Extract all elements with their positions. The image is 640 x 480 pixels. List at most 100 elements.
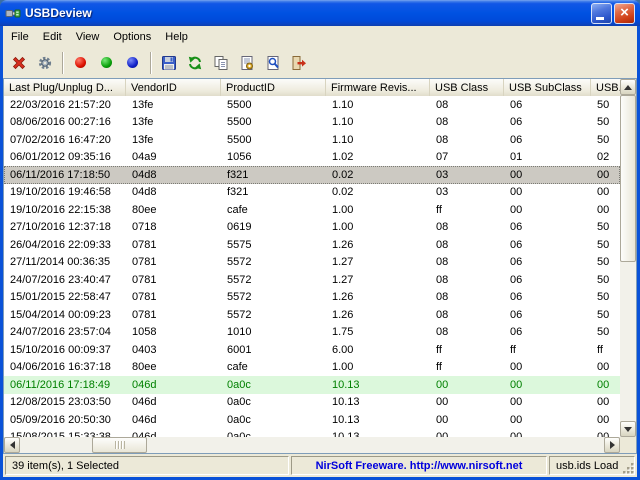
vertical-scroll-thumb[interactable] [620,95,636,262]
table-cell: 50 [591,239,620,251]
uninstall-button[interactable] [6,50,31,75]
table-cell: 1056 [221,151,326,163]
column-header-0[interactable]: Last Plug/Unplug D... [4,79,126,96]
table-cell: 24/07/2016 23:40:47 [4,274,126,286]
horizontal-scroll-track[interactable] [20,437,604,453]
table-cell: 08/06/2016 00:27:16 [4,116,126,128]
table-cell: 08 [430,291,504,303]
table-row[interactable]: 15/10/2016 00:09:37040360016.00ffffff [4,341,620,359]
resize-grip[interactable] [622,462,635,475]
table-row[interactable]: 04/06/2016 16:37:1880eecafe1.00ff0000 [4,359,620,377]
table-cell: 50 [591,326,620,338]
scroll-left-button[interactable] [4,437,20,453]
title-bar[interactable]: USBDeview × [0,0,640,26]
table-cell: 50 [591,134,620,146]
close-button[interactable]: × [614,3,635,24]
toolbar [3,47,637,78]
table-row[interactable]: 22/03/2016 21:57:2013fe55001.10080650 [4,96,620,114]
table-cell: 01 [504,151,591,163]
scroll-up-button[interactable] [620,79,636,95]
table-cell: 1.00 [326,361,430,373]
table-cell: 00 [430,396,504,408]
table-cell: 1.10 [326,99,430,111]
scroll-down-button[interactable] [620,421,636,437]
table-cell: 07 [430,151,504,163]
enable-device-button[interactable] [94,50,119,75]
disable-device-button[interactable] [68,50,93,75]
find-icon [265,55,281,71]
scroll-right-button[interactable] [604,437,620,453]
properties-button[interactable] [234,50,259,75]
refresh-button[interactable] [182,50,207,75]
table-cell: 0403 [126,344,221,356]
table-row[interactable]: 08/06/2016 00:27:1613fe55001.10080650 [4,114,620,132]
table-row[interactable]: 07/02/2016 16:47:2013fe55001.10080650 [4,131,620,149]
table-cell: 08 [430,116,504,128]
save-button[interactable] [156,50,181,75]
nirsoft-link[interactable]: NirSoft Freeware. http://www.nirsoft.net [316,460,523,472]
column-header-3[interactable]: Firmware Revis... [326,79,430,96]
column-header-2[interactable]: ProductID [221,79,326,96]
table-cell: 19/10/2016 22:15:38 [4,204,126,216]
menu-item-view[interactable]: View [69,28,107,46]
options-button[interactable] [32,50,57,75]
usbdeview-window: USBDeview × FileEditViewOptionsHelp [0,0,640,480]
table-row[interactable]: 12/08/2015 23:03:50046d0a0c10.13000000 [4,394,620,412]
table-row[interactable]: 06/01/2012 09:35:1604a910561.02070102 [4,149,620,167]
column-header-6[interactable]: USB... [591,79,620,96]
table-row[interactable]: 19/10/2016 19:46:5804d8f3210.02030000 [4,184,620,202]
table-row[interactable]: 15/01/2015 22:58:47078155721.26080650 [4,289,620,307]
table-cell: 5500 [221,116,326,128]
exit-button[interactable] [286,50,311,75]
table-row[interactable]: 19/10/2016 22:15:3880eecafe1.00ff0000 [4,201,620,219]
table-row[interactable]: 27/10/2016 12:37:18071806191.00080650 [4,219,620,237]
table-cell: 06 [504,256,591,268]
column-header-1[interactable]: VendorID [126,79,221,96]
table-row[interactable]: 06/11/2016 17:18:49046d0a0c10.13000000 [4,376,620,394]
table-cell: 06 [504,116,591,128]
horizontal-scroll-thumb[interactable] [92,437,147,453]
table-cell: 5500 [221,134,326,146]
table-cell: 0.02 [326,186,430,198]
table-cell: 0619 [221,221,326,233]
table-row[interactable]: 26/04/2016 22:09:33078155751.26080650 [4,236,620,254]
menu-item-file[interactable]: File [4,28,36,46]
table-cell: 08 [430,239,504,251]
table-cell: 0718 [126,221,221,233]
column-header-4[interactable]: USB Class [430,79,504,96]
table-row[interactable]: 05/09/2016 20:50:30046d0a0c10.13000000 [4,411,620,429]
find-button[interactable] [260,50,285,75]
table-row[interactable]: 06/11/2016 17:18:5004d8f3210.02030000 [4,166,620,184]
horizontal-scrollbar[interactable] [4,437,620,453]
table-row[interactable]: 24/07/2016 23:40:47078155721.27080650 [4,271,620,289]
table-cell: 06/01/2012 09:35:16 [4,151,126,163]
vertical-scroll-track[interactable] [620,95,636,421]
vertical-scrollbar[interactable] [620,79,636,437]
list-rows: 22/03/2016 21:57:2013fe55001.1008065008/… [4,96,620,437]
table-row[interactable]: 15/08/2015 15:33:38046d0a0c10.13000000 [4,429,620,438]
table-cell: 50 [591,99,620,111]
table-cell: 06 [504,221,591,233]
table-row[interactable]: 27/11/2014 00:36:35078155721.27080650 [4,254,620,272]
usbdeview-app-icon[interactable] [5,5,21,21]
table-cell: 13fe [126,99,221,111]
table-cell: 02 [591,151,620,163]
table-cell: 08 [430,274,504,286]
disable-enable-button[interactable] [120,50,145,75]
red-x-icon [11,55,27,71]
close-icon: × [620,5,629,20]
table-cell: 5572 [221,309,326,321]
table-row[interactable]: 24/07/2016 23:57:04105810101.75080650 [4,324,620,342]
table-cell: 00 [591,186,620,198]
menu-item-options[interactable]: Options [106,28,158,46]
table-cell: 50 [591,291,620,303]
menu-item-edit[interactable]: Edit [36,28,69,46]
table-row[interactable]: 15/04/2014 00:09:23078155721.26080650 [4,306,620,324]
column-header-5[interactable]: USB SubClass [504,79,591,96]
table-cell: 04a9 [126,151,221,163]
minimize-button[interactable] [591,3,612,24]
menu-item-help[interactable]: Help [158,28,195,46]
table-cell: 00 [504,379,591,391]
copy-button[interactable] [208,50,233,75]
table-cell: 1058 [126,326,221,338]
